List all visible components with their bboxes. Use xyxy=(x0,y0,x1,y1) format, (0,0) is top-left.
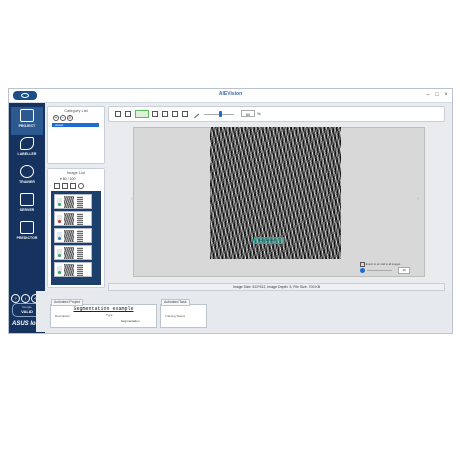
sidebar-item-label: PREDICTOR xyxy=(16,236,38,240)
project-name: Segmentation example xyxy=(73,306,134,312)
help-icon[interactable]: ? xyxy=(11,294,20,303)
sidebar-item-predictor[interactable]: PREDICTOR xyxy=(11,219,43,247)
image-count-separator: / xyxy=(67,177,69,181)
title-bar: AIEVision – □ × xyxy=(9,89,452,103)
rectangle-icon[interactable] xyxy=(172,111,178,117)
category-list-title: Category List xyxy=(64,108,88,113)
previous-image-icon[interactable]: ‹ xyxy=(131,196,133,202)
open-folder-icon[interactable] xyxy=(62,183,68,189)
minimize-button[interactable]: – xyxy=(424,91,432,99)
server-icon xyxy=(20,193,34,206)
image-thumbnail-list xyxy=(51,191,101,285)
export-option[interactable]: Export to an xlab in all images xyxy=(360,262,420,268)
segmentation-label[interactable]: Segmentation xyxy=(254,237,284,244)
info-icon[interactable]: i xyxy=(21,294,30,303)
image-thumbnail[interactable] xyxy=(54,262,92,277)
image-thumbnail[interactable] xyxy=(54,211,92,226)
polygon-icon[interactable] xyxy=(162,111,168,117)
next-image-icon[interactable]: › xyxy=(417,196,419,202)
link-icon[interactable] xyxy=(125,111,131,117)
app-title: AIEVision xyxy=(218,91,243,97)
remove-category-icon[interactable]: − xyxy=(60,115,66,121)
opacity-input[interactable]: 10 xyxy=(398,267,410,274)
export-option-label: Export to an xlab in all images xyxy=(365,263,401,267)
trainer-icon xyxy=(20,165,34,178)
pencil-icon[interactable] xyxy=(152,111,158,117)
auto-label-button[interactable] xyxy=(135,110,149,118)
toolbar: 50 % xyxy=(108,106,445,122)
segmentation-label-text: Segmentation xyxy=(258,238,277,242)
sidebar-item-project[interactable]: PROJECT xyxy=(11,107,43,135)
image-thumbnail[interactable] xyxy=(54,194,92,209)
settings-icon[interactable] xyxy=(78,183,84,189)
image-thumbnail[interactable] xyxy=(54,245,92,260)
zoom-input[interactable]: 50 xyxy=(241,110,255,117)
image-list-title: Image List xyxy=(66,170,86,175)
sidebar-item-server[interactable]: SERVER xyxy=(11,191,43,219)
opacity-slider[interactable] xyxy=(367,270,392,271)
type-value: Segmentation xyxy=(121,319,140,323)
image-thumbnail[interactable] xyxy=(54,228,92,243)
close-button[interactable]: × xyxy=(442,91,450,99)
image-list-panel: Image List ▾ 50 / 100 xyxy=(47,168,105,288)
sidebar-item-trainer[interactable]: TRAINER xyxy=(11,163,43,191)
category-list-panel: Category List + − ≡ class1 xyxy=(47,106,105,164)
zoom-slider-handle[interactable] xyxy=(219,111,222,117)
sidebar-item-label: TRAINER xyxy=(19,180,35,184)
export-checkbox[interactable] xyxy=(360,262,365,267)
edit-category-icon[interactable]: ≡ xyxy=(67,115,73,121)
save-icon[interactable] xyxy=(115,111,121,117)
category-item[interactable]: class1 xyxy=(52,123,99,127)
sidebar-item-label: LABELLER xyxy=(17,152,37,156)
activated-project-tab: Activated Project xyxy=(51,299,84,306)
activated-project-panel: Activated Project Segmentation example D… xyxy=(50,299,157,328)
labeller-icon xyxy=(20,137,34,150)
image-count-current: 50 xyxy=(62,177,67,181)
sidebar-item-label: PROJECT xyxy=(18,124,36,128)
activated-task-panel: Activated Task Training Status xyxy=(160,299,207,328)
type-label: Type xyxy=(106,313,113,317)
activated-task-tab: Activated Task xyxy=(161,299,190,306)
training-status-label: Training Status xyxy=(165,314,186,318)
maximize-button[interactable]: □ xyxy=(433,91,441,99)
image-count: ▾ 50 / 100 xyxy=(60,177,76,181)
crop-icon[interactable] xyxy=(182,111,188,117)
copy-image-icon[interactable] xyxy=(54,183,60,189)
add-category-icon[interactable]: + xyxy=(53,115,59,121)
line-icon[interactable] xyxy=(190,109,200,119)
description-label: Description xyxy=(55,314,71,318)
status-bar: Image Size: 512*512, Image Depth: 3, Fil… xyxy=(108,283,445,291)
import-folder-icon[interactable] xyxy=(70,183,76,189)
image-count-total: 100 xyxy=(69,177,76,181)
predictor-icon xyxy=(20,221,34,234)
sidebar-item-label: SERVER xyxy=(19,208,35,212)
project-icon xyxy=(20,109,34,122)
sidebar-item-labeller[interactable]: LABELLER xyxy=(11,135,43,163)
opacity-handle[interactable] xyxy=(360,268,365,273)
zoom-unit: % xyxy=(257,111,261,116)
